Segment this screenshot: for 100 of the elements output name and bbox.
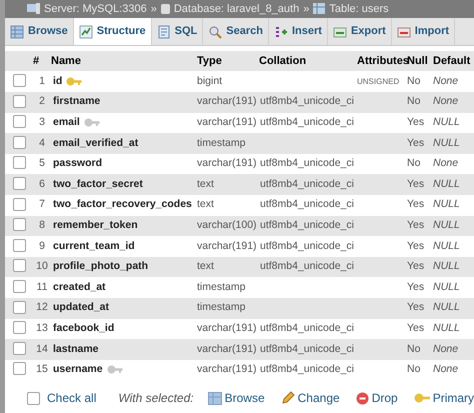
table-cell: text [197, 174, 259, 195]
checkbox[interactable] [12, 156, 26, 170]
table-cell: NULL [433, 112, 474, 134]
breadcrumb-link[interactable]: Table: users [329, 0, 389, 18]
key-icon [106, 364, 123, 375]
checkbox[interactable] [12, 300, 26, 314]
row-number: 15 [33, 360, 51, 380]
table-cell: utf8mb4_unicode_ci [259, 194, 357, 216]
table-cell: None [433, 360, 474, 380]
checkbox[interactable] [12, 238, 26, 252]
action-link[interactable]: Change [280, 389, 340, 408]
table-cell: varchar(191) [197, 360, 259, 380]
row-number: 6 [33, 174, 51, 195]
table-cell: None [433, 92, 474, 113]
table-cell: timestamp [197, 298, 259, 319]
table-cell: Yes [407, 216, 433, 236]
insert-icon [274, 24, 288, 39]
table-cell: NULL [433, 277, 474, 298]
table-cell: Yes [407, 174, 433, 195]
row-number: 2 [33, 92, 51, 113]
breadcrumb-link[interactable]: Database: laravel_8_auth [174, 0, 300, 18]
action-link[interactable]: Drop [356, 389, 398, 408]
column-name: created_at [53, 280, 106, 293]
table-cell: utf8mb4_unicode_ci [259, 216, 357, 236]
column-name: firstname [53, 95, 100, 108]
table-cell: No [407, 92, 433, 113]
table-cell: utf8mb4_unicode_ci [259, 174, 357, 195]
column-header: Null [407, 51, 433, 72]
column-header: Default [433, 51, 474, 72]
table-cell: utf8mb4_unicode_ci [259, 318, 357, 340]
checkbox[interactable] [12, 198, 26, 211]
row-number: 8 [33, 216, 51, 236]
breadcrumb-link[interactable]: Server: MySQL:3306 [44, 0, 147, 18]
table-cell: utf8mb4_unicode_ci [259, 256, 357, 278]
table-cell: No [407, 339, 433, 360]
row-number: 11 [33, 277, 51, 298]
breadcrumb-separator: » [303, 2, 310, 17]
row-number: 1 [33, 71, 51, 92]
column-name: two_factor_secret [53, 178, 143, 190]
row-number: 10 [33, 256, 51, 278]
search-icon [208, 24, 222, 39]
grid-icon [208, 392, 222, 405]
with-selected-label: With selected: [118, 390, 194, 408]
server-icon [27, 3, 40, 14]
database-icon [160, 3, 170, 14]
table-cell: None [433, 71, 474, 92]
checkbox[interactable] [12, 94, 26, 108]
table-cell: utf8mb4_unicode_ci [259, 92, 357, 113]
checkbox[interactable] [12, 218, 26, 232]
table-cell: varchar(191) [197, 154, 259, 174]
table-cell: varchar(191) [197, 112, 259, 134]
pencil-icon [280, 391, 295, 406]
table-cell: Yes [407, 236, 433, 257]
column-name: current_team_id [53, 240, 135, 252]
checkbox[interactable] [12, 342, 26, 355]
action-link[interactable]: Browse [208, 389, 265, 408]
column-header: # [33, 51, 51, 72]
table-cell: Yes [407, 277, 433, 298]
table-cell: None [433, 154, 474, 174]
checkbox[interactable] [12, 280, 26, 293]
table-cell: NULL [433, 318, 474, 340]
row-number: 5 [33, 154, 51, 174]
checkbox[interactable] [12, 259, 26, 272]
column-name: password [53, 157, 102, 170]
table-cell: NULL [433, 256, 474, 278]
table-cell: None [433, 339, 474, 360]
table-cell: bigint [197, 71, 259, 92]
key-icon [66, 76, 82, 87]
checkbox[interactable] [12, 115, 26, 128]
table-cell: NULL [433, 216, 474, 236]
table-cell: Yes [407, 298, 433, 319]
checkbox[interactable] [12, 136, 26, 149]
import-icon [396, 24, 411, 39]
table-cell: timestamp [197, 277, 259, 298]
checkbox[interactable] [12, 74, 26, 87]
column-name: profile_photo_path [53, 260, 148, 272]
structure-icon [78, 24, 93, 39]
row-number: 14 [33, 339, 51, 360]
table-cell: NULL [433, 298, 474, 319]
table-cell: text [197, 194, 259, 216]
table-cell: utf8mb4_unicode_ci [259, 112, 357, 134]
checkbox[interactable] [27, 392, 40, 405]
table-cell: varchar(100) [197, 216, 259, 236]
check-all-link[interactable]: Check all [47, 389, 96, 408]
action-link[interactable]: Primary [414, 389, 474, 408]
table-cell: Yes [407, 133, 433, 154]
key-icon [84, 116, 100, 128]
column-name: id [53, 74, 62, 87]
table-icon [313, 3, 326, 14]
grid-icon [10, 24, 24, 39]
row-number: 13 [33, 318, 51, 340]
tab[interactable]: Structure [74, 18, 152, 46]
table-cell: No [407, 154, 433, 174]
table-cell: NULL [433, 174, 474, 195]
checkbox[interactable] [12, 362, 26, 376]
table-cell: Yes [407, 194, 433, 216]
checkbox[interactable] [12, 176, 26, 190]
table-cell: NULL [433, 236, 474, 257]
column-header: Type [197, 51, 259, 72]
checkbox[interactable] [12, 321, 26, 334]
